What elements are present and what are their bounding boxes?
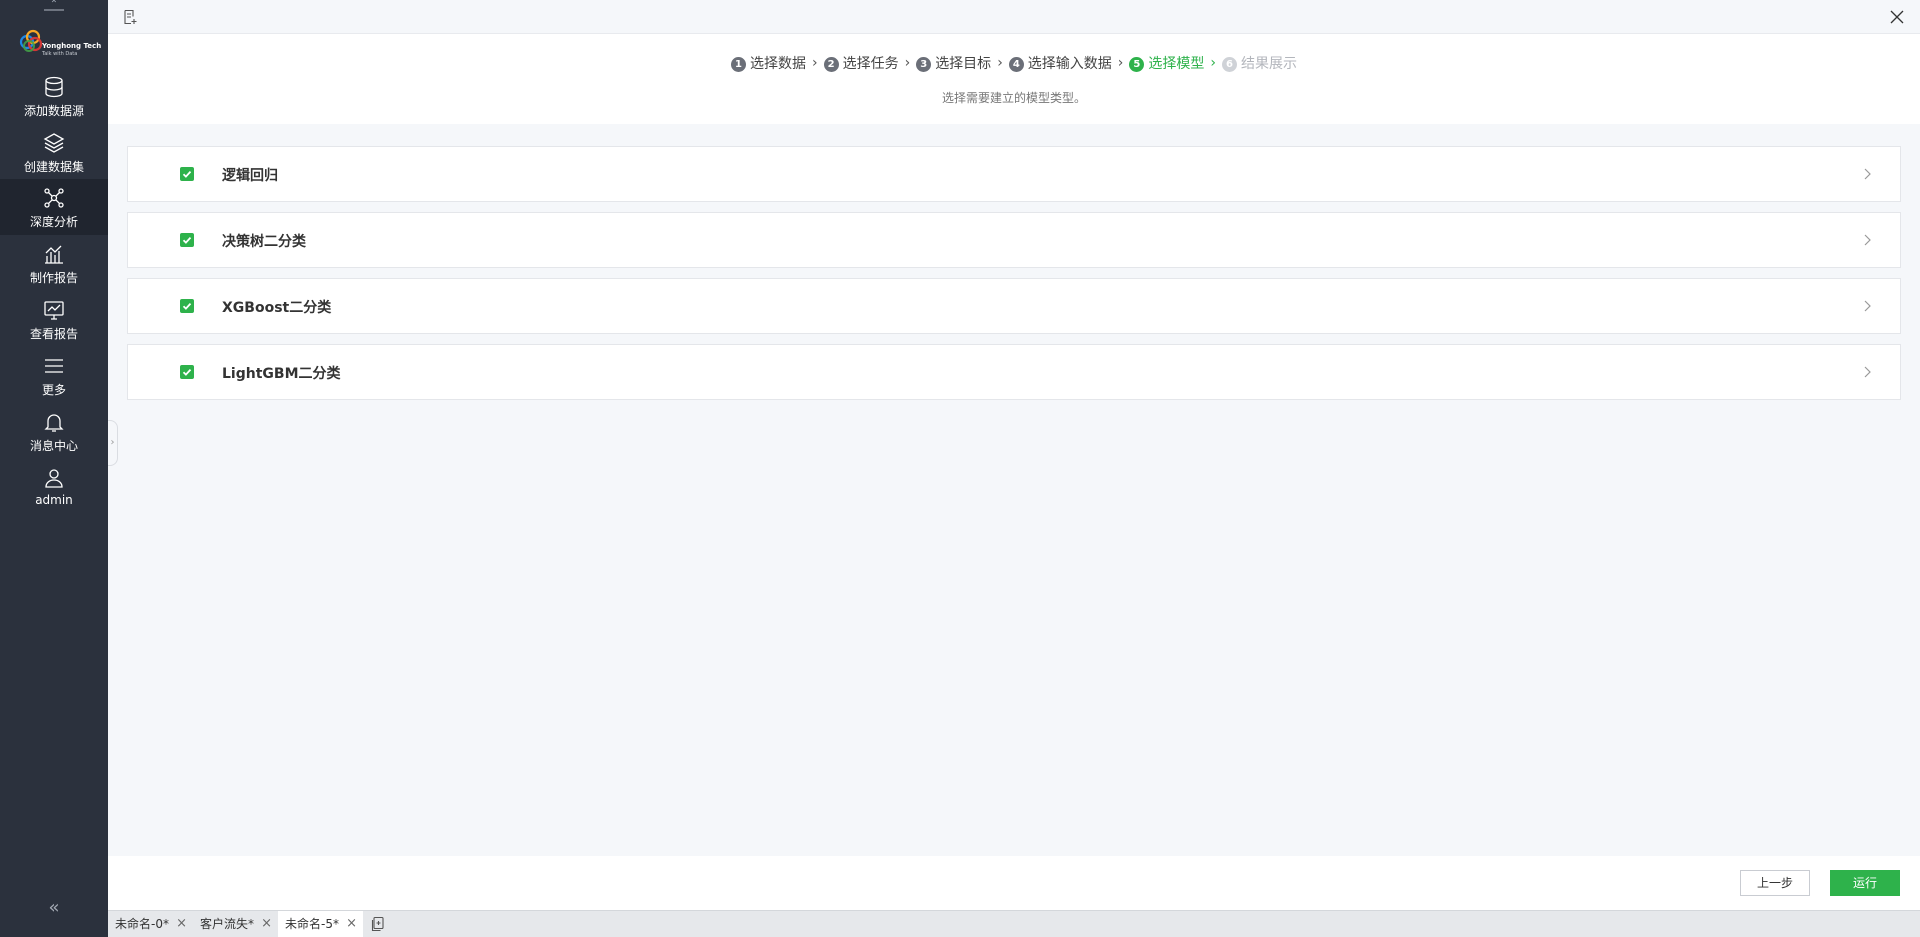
chevron-right-icon: › [811, 55, 818, 71]
sidebar-item-more[interactable]: 更多 [0, 347, 108, 403]
close-tab-icon[interactable]: × [346, 911, 357, 937]
step-number: 1 [730, 57, 746, 72]
chevron-right-icon: › [1117, 55, 1124, 71]
sidebar-item-admin[interactable]: admin [0, 459, 108, 515]
step-progress: 1 选择数据 › 2 选择任务 › 3 选择目标 › 4 选择输入数据 › 5 选择模型 › 6 结果展示 [108, 53, 1920, 73]
tab-label: 未命名-5* [285, 917, 339, 931]
step-number: 5 [1129, 57, 1145, 72]
collapse-sidebar-icon[interactable]: « [44, 898, 64, 918]
logo: Yonghong Tech Talk with Data [16, 24, 101, 62]
step-number: 2 [823, 57, 839, 72]
bar-chart-icon [45, 245, 63, 264]
chevron-right-icon[interactable] [1862, 365, 1872, 379]
step-label: 选择模型 [1148, 56, 1205, 72]
step-number: 6 [1222, 57, 1238, 72]
sidebar-item-deep-analysis[interactable]: 深度分析 [0, 179, 108, 235]
chevron-right-icon[interactable] [1862, 167, 1872, 181]
user-icon [45, 469, 63, 488]
action-bar: 上一步 运行 [108, 856, 1920, 910]
sidebar-item-label: 添加数据源 [23, 104, 84, 118]
chevron-right-icon[interactable] [1862, 299, 1872, 313]
check-icon [182, 236, 192, 244]
tab-label: 客户流失* [200, 917, 255, 931]
sidebar-item-create-dataset[interactable]: 创建数据集 [0, 124, 108, 180]
model-checkbox[interactable] [180, 365, 194, 379]
chevron-right-icon[interactable] [1862, 233, 1872, 247]
top-bar [108, 0, 1920, 34]
check-icon [182, 368, 192, 376]
step-label: 选择数据 [749, 56, 806, 72]
sidebar-item-label: admin [35, 493, 73, 507]
logo-rings-icon [19, 29, 43, 52]
sidebar-scroll-up-icon[interactable]: ⌃ [44, 0, 64, 11]
step-label: 选择输入数据 [1027, 56, 1112, 72]
tab-label: 未命名-0* [115, 917, 169, 931]
model-name: 决策树二分类 [222, 234, 306, 250]
step-label: 结果展示 [1241, 56, 1298, 72]
step-5[interactable]: 5 选择模型 [1129, 53, 1204, 73]
expand-panel-handle[interactable]: › [108, 420, 118, 466]
sidebar-item-label: 创建数据集 [23, 160, 84, 174]
logo-tagline: Talk with Data [42, 51, 78, 57]
step-number: 3 [916, 57, 932, 72]
layers-icon [43, 133, 65, 153]
model-row-decision-tree[interactable]: 决策树二分类 [127, 212, 1901, 268]
steps-hint: 选择需要建立的模型类型。 [941, 91, 1086, 105]
step-4[interactable]: 4 选择输入数据 [1008, 53, 1112, 73]
sidebar-item-label: 消息中心 [29, 439, 78, 453]
step-6: 6 结果展示 [1222, 53, 1297, 73]
logo-brand: Yonghong Tech [42, 42, 102, 50]
menu-icon [45, 359, 63, 373]
run-button[interactable]: 运行 [1830, 870, 1900, 896]
model-row-lightgbm[interactable]: LightGBM二分类 [127, 344, 1901, 400]
sidebar-item-label: 深度分析 [29, 215, 78, 229]
steps-panel: 1 选择数据 › 2 选择任务 › 3 选择目标 › 4 选择输入数据 › 5 选择模型 › 6 结果展示 选择… [108, 34, 1920, 124]
sidebar-item-add-datasource[interactable]: 添加数据源 [0, 68, 108, 124]
step-number: 4 [1008, 57, 1024, 72]
new-tab-icon[interactable] [370, 916, 386, 932]
tab-untitled-0[interactable]: 未命名-0* × [108, 911, 193, 937]
model-row-xgboost[interactable]: XGBoost二分类 [127, 278, 1901, 334]
step-2[interactable]: 2 选择任务 [823, 53, 899, 73]
model-row-logistic-regression[interactable]: 逻辑回归 [127, 146, 1901, 202]
check-icon [182, 170, 192, 178]
model-checkbox[interactable] [180, 299, 194, 313]
step-3[interactable]: 3 选择目标 [916, 53, 991, 73]
step-label: 选择目标 [935, 56, 992, 72]
step-label: 选择任务 [842, 56, 899, 72]
close-tab-icon[interactable]: × [261, 911, 272, 937]
model-name: 逻辑回归 [222, 168, 278, 184]
database-icon [45, 76, 63, 98]
sidebar-item-label: 查看报告 [29, 327, 78, 341]
sidebar-item-view-report[interactable]: 查看报告 [0, 291, 108, 347]
check-icon [182, 302, 192, 310]
close-tab-icon[interactable]: × [176, 911, 187, 937]
document-tab-bar: 未命名-0* × 客户流失* × 未命名-5* × [108, 910, 1920, 937]
sidebar-item-make-report[interactable]: 制作报告 [0, 235, 108, 291]
monitor-chart-icon [44, 301, 64, 320]
document-add-icon[interactable] [122, 9, 138, 25]
previous-step-button[interactable]: 上一步 [1740, 870, 1810, 896]
network-icon [44, 188, 64, 208]
sidebar-item-message-center[interactable]: 消息中心 [0, 403, 108, 459]
model-name: XGBoost二分类 [222, 300, 332, 316]
chevron-right-icon: › [1210, 55, 1217, 71]
app-root: ⌃ Yonghong Tech Talk with Data 添加数据源 创建数… [0, 0, 1920, 937]
sidebar-item-label: 制作报告 [29, 271, 78, 285]
sidebar: ⌃ Yonghong Tech Talk with Data 添加数据源 创建数… [0, 0, 108, 937]
model-checkbox[interactable] [180, 233, 194, 247]
chevron-right-icon: › [997, 55, 1003, 71]
step-1[interactable]: 1 选择数据 [730, 53, 806, 73]
model-checkbox[interactable] [180, 167, 194, 181]
sidebar-item-label: 更多 [41, 383, 66, 397]
bell-icon [44, 414, 64, 432]
tab-customer-churn[interactable]: 客户流失* × [193, 911, 278, 937]
model-name: LightGBM二分类 [222, 366, 341, 382]
tab-untitled-5[interactable]: 未命名-5* × [278, 911, 363, 937]
chevron-right-icon: › [904, 55, 911, 71]
close-icon[interactable] [1888, 8, 1906, 26]
